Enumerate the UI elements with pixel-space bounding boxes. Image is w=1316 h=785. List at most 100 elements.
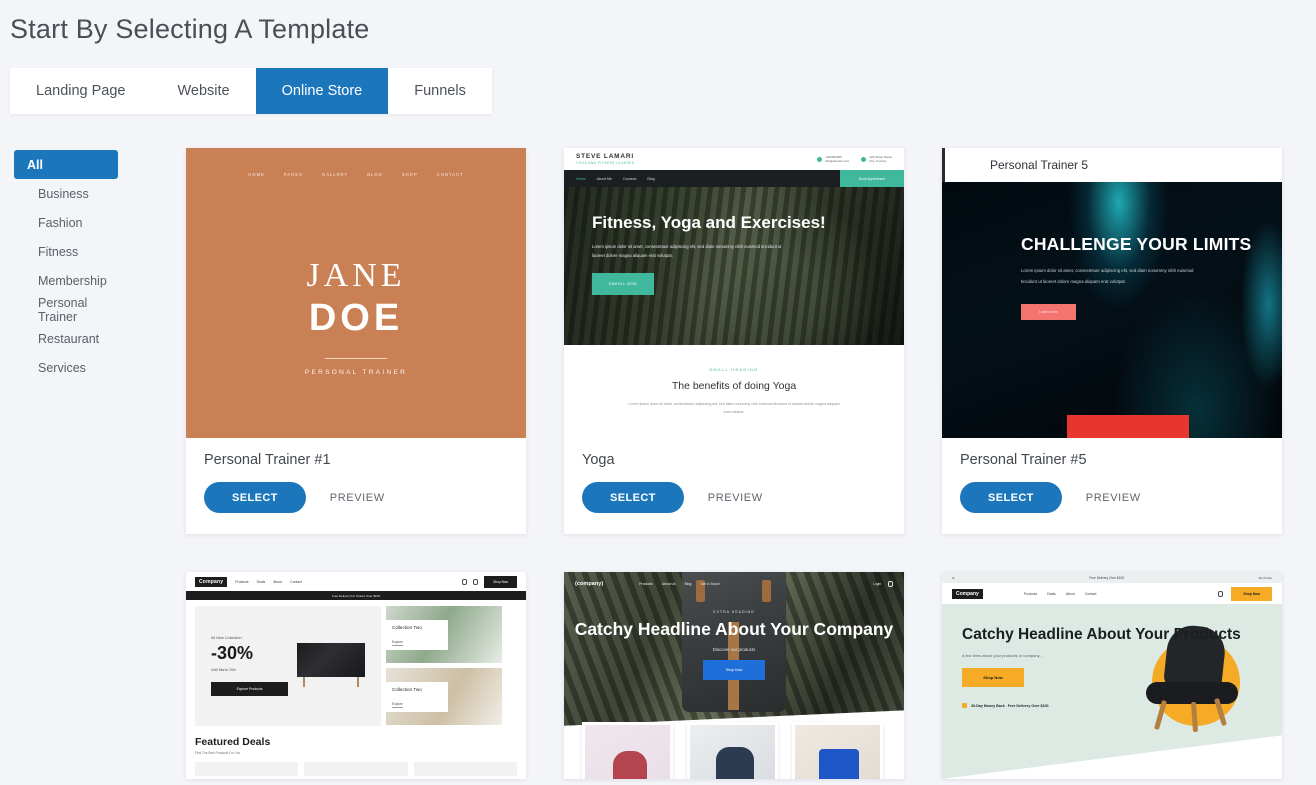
thumb-nav-item: Contact <box>290 579 302 584</box>
thumb-hero-button-label: ENROLL NOW <box>608 281 638 286</box>
thumb-nav-item: Products <box>235 579 249 584</box>
thumb-navbar: Home About Me Courses Blog Book Appointm… <box>564 170 904 187</box>
thumb-hero-button-label: Shop Now <box>983 675 1003 681</box>
thumb-note-text: 30-Day Money Back . Free Delivery Over $… <box>971 703 1049 708</box>
thumb-logo: (company) <box>575 581 604 587</box>
thumb-nav-item: Deals <box>256 579 266 584</box>
sidebar-item-fitness[interactable]: Fitness <box>25 237 118 266</box>
template-card[interactable]: (company) Products About Us Blog Get In … <box>564 572 904 779</box>
card-meta: Personal Trainer #1 SELECT PREVIEW <box>186 438 526 513</box>
thumb-promo-label: All New Collection <box>211 636 242 640</box>
thumb-section: SMALL HEADING The benefits of doing Yoga… <box>564 345 904 417</box>
sidebar-item-services[interactable]: Services <box>25 353 118 382</box>
template-card[interactable]: Personal Trainer 5 CHALLENGE YOUR LIMITS… <box>942 148 1282 534</box>
thumb-promo-panel: All New Collection -30% Until March 20th… <box>195 606 381 726</box>
thumb-body: Lorem ipsum dolor sit amet, consectetuer… <box>592 244 782 258</box>
thumb-headline: Catchy Headline About Your Company <box>574 619 894 639</box>
thumb-strip-text: Free Delivery For Orders Over $100 <box>331 593 380 598</box>
thumb-nav-item: About <box>273 579 283 584</box>
select-button[interactable]: SELECT <box>204 482 306 513</box>
product-card <box>792 722 883 779</box>
thumb-nav: HOME PAGES GALLERY BLOG SHOP CONTACT <box>248 172 463 177</box>
thumb-header: STEVE LAMARI YOGA AND FITNESS CLASSES +0… <box>564 148 904 170</box>
thumb-promo-discount: -30% <box>211 643 254 663</box>
cart-icon <box>1218 590 1224 597</box>
thumb-hero-button-label: Shop Now <box>725 668 743 673</box>
template-card[interactable]: f ● Free Delivery Over $100 My Profile C… <box>942 572 1282 779</box>
card-actions: SELECT PREVIEW <box>204 482 508 513</box>
thumb-subtitle: PERSONAL TRAINER <box>304 369 408 376</box>
thumb-hero-button-label: Learn more <box>1039 310 1058 315</box>
thumb-hero-button: ENROLL NOW <box>592 272 654 295</box>
thumb-nav-item: GALLERY <box>321 172 349 177</box>
thumb-headline: CHALLENGE YOUR LIMITS <box>1021 234 1252 254</box>
template-thumbnail[interactable]: STEVE LAMARI YOGA AND FITNESS CLASSES +0… <box>564 148 904 438</box>
thumb-nav-item: CONTACT <box>436 172 464 177</box>
tab-online-store[interactable]: Online Store <box>255 68 389 114</box>
preview-button[interactable]: PREVIEW <box>330 492 385 504</box>
collection-link: Explore <box>392 640 403 646</box>
thumb-headline: Catchy Headline About Your Products <box>962 626 1241 643</box>
template-thumbnail[interactable]: (company) Products About Us Blog Get In … <box>564 572 904 779</box>
thumb-headline: Fitness, Yoga and Exercises! <box>592 213 826 232</box>
location-pin-icon <box>861 156 867 162</box>
template-card[interactable]: Company Products Deals About Contact Sho… <box>186 572 526 779</box>
thumb-nav-item: Blog <box>647 176 655 181</box>
thumb-nav-item: About Me <box>596 176 612 181</box>
phone-contact: +000000000 info@domain.com <box>817 155 849 164</box>
thumb-nav-item: HOME <box>248 172 265 177</box>
template-thumbnail[interactable]: Company Products Deals About Contact Sho… <box>186 572 526 779</box>
thumb-shop-button: Shop Now <box>484 575 517 588</box>
sidebar-item-fashion[interactable]: Fashion <box>25 208 118 237</box>
template-thumbnail[interactable]: HOME PAGES GALLERY BLOG SHOP CONTACT JAN… <box>186 148 526 438</box>
thumb-cta-label: Book Appointment <box>859 176 885 181</box>
product-image <box>795 725 880 779</box>
thumb-hero-button: Shop Now <box>703 660 765 681</box>
thumb-browser-bar: Personal Trainer 5 <box>942 148 1282 182</box>
thumb-hero: CHALLENGE YOUR LIMITS Lorem ipsum dolor … <box>942 182 1282 438</box>
thumb-promo-strip: Free Delivery For Orders Over $100 <box>186 591 526 600</box>
thumb-body: All New Collection -30% Until March 20th… <box>186 600 526 726</box>
template-thumbnail[interactable]: f ● Free Delivery Over $100 My Profile C… <box>942 572 1282 779</box>
thumb-body: Lorem ipsum dolor sit amet, consectetuer… <box>1021 268 1194 284</box>
twitter-icon: ● <box>952 575 955 580</box>
thumb-first-name: JANE <box>306 257 406 294</box>
select-button[interactable]: SELECT <box>582 482 684 513</box>
sidebar-item-personal-trainer[interactable]: Personal Trainer <box>25 295 118 324</box>
sidebar-item-all[interactable]: All <box>14 150 118 179</box>
thumb-sub: Discover our products <box>712 647 756 653</box>
template-name: Yoga <box>582 452 615 468</box>
template-grid: HOME PAGES GALLERY BLOG SHOP CONTACT JAN… <box>186 148 1296 779</box>
thumb-nav-item: SHOP <box>401 172 418 177</box>
select-button[interactable]: SELECT <box>960 482 1062 513</box>
thumb-small-heading: SMALL HEADING <box>709 367 759 372</box>
bullet-icon <box>962 703 967 709</box>
thumb-nav-item: About Us <box>661 582 676 586</box>
thumb-last-name: DOE <box>308 297 404 339</box>
template-thumbnail[interactable]: Personal Trainer 5 CHALLENGE YOUR LIMITS… <box>942 148 1282 438</box>
tab-landing-page[interactable]: Landing Page <box>10 68 152 114</box>
thumb-nav-item: BLOG <box>367 172 383 177</box>
preview-button[interactable]: PREVIEW <box>1086 492 1141 504</box>
template-card[interactable]: HOME PAGES GALLERY BLOG SHOP CONTACT JAN… <box>186 148 526 534</box>
tab-funnels[interactable]: Funnels <box>388 68 492 114</box>
phone-icon <box>817 156 823 162</box>
thumb-promo-until: Until March 20th <box>211 668 236 672</box>
cart-icon <box>473 578 479 585</box>
thumb-nav-item: Products <box>639 582 653 586</box>
sidebar-item-restaurant[interactable]: Restaurant <box>25 324 118 353</box>
thumb-nav-item: Contact <box>1084 591 1097 596</box>
thumb-cta-button: Book Appointment <box>840 170 904 187</box>
card-actions: SELECT PREVIEW <box>582 482 886 513</box>
preview-button[interactable]: PREVIEW <box>708 492 763 504</box>
tab-website[interactable]: Website <box>152 68 256 114</box>
sidebar-item-business[interactable]: Business <box>25 179 118 208</box>
thumb-promo-button-label: Explore Products <box>236 687 263 691</box>
thumb-brand: STEVE LAMARI <box>576 153 634 160</box>
thumb-top-center: Free Delivery Over $100 <box>1089 575 1125 580</box>
product-card <box>582 722 673 779</box>
sidebar-item-membership[interactable]: Membership <box>25 266 118 295</box>
thumb-hero: Catchy Headline About Your Products A fe… <box>942 604 1282 779</box>
template-card[interactable]: STEVE LAMARI YOGA AND FITNESS CLASSES +0… <box>564 148 904 534</box>
thumb-shop-button: Shop Now <box>1231 586 1272 601</box>
